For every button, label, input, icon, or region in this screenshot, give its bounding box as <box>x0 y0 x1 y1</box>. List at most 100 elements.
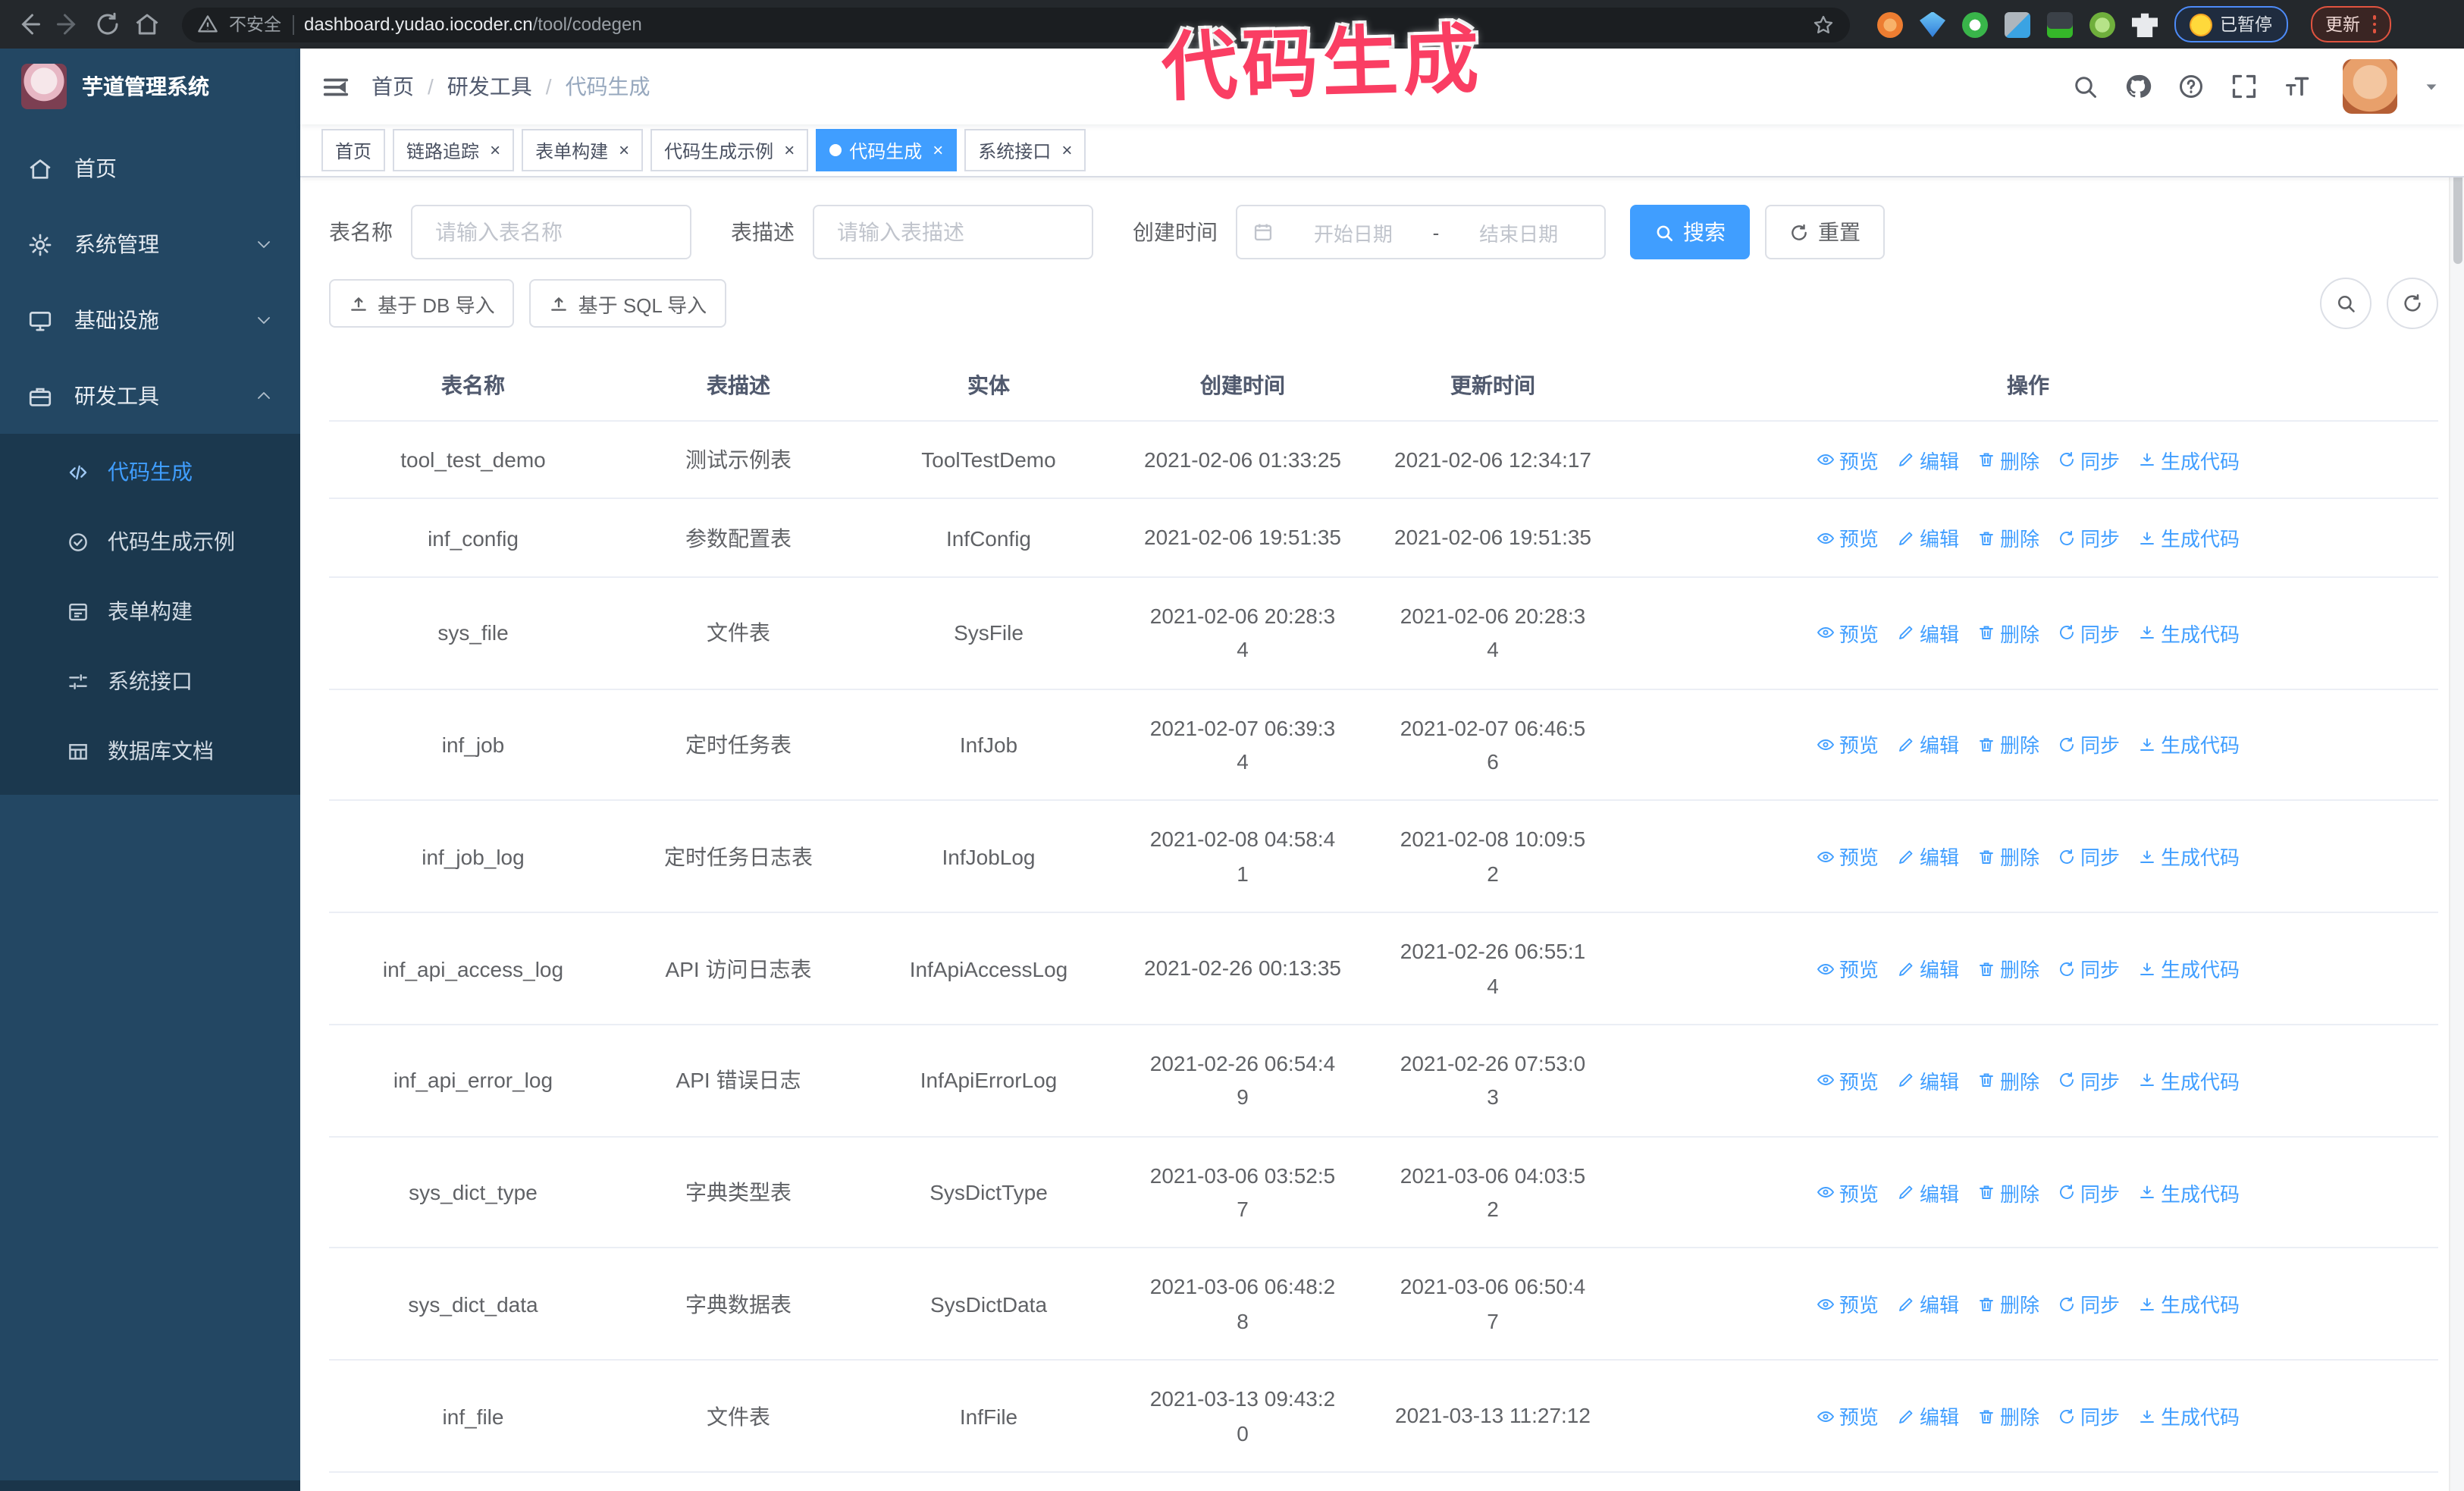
tab-系统接口[interactable]: 系统接口 × <box>964 129 1086 171</box>
browser-reload-icon[interactable] <box>94 11 121 38</box>
close-tab-icon[interactable]: × <box>490 141 500 159</box>
action-预览[interactable]: 预览 <box>1817 1290 1879 1319</box>
action-预览[interactable]: 预览 <box>1817 1402 1879 1430</box>
create-time-range-picker[interactable]: 开始日期 - 结束日期 <box>1236 205 1606 259</box>
sidebar-subitem-系统接口[interactable]: 系统接口 <box>0 646 300 716</box>
action-预览[interactable]: 预览 <box>1817 954 1879 983</box>
tab-代码生成示例[interactable]: 代码生成示例 × <box>650 129 809 171</box>
sidebar-subitem-代码生成[interactable]: 代码生成 <box>0 437 300 507</box>
sidebar-item-system[interactable]: 系统管理 <box>0 206 300 282</box>
action-生成代码[interactable]: 生成代码 <box>2138 954 2240 983</box>
action-同步[interactable]: 同步 <box>2058 842 2120 871</box>
extension-icon-1[interactable] <box>1877 11 1903 37</box>
action-生成代码[interactable]: 生成代码 <box>2138 842 2240 871</box>
action-预览[interactable]: 预览 <box>1817 842 1879 871</box>
extensions-puzzle-icon[interactable] <box>2132 13 2158 37</box>
fullscreen-icon[interactable] <box>2230 73 2258 100</box>
action-生成代码[interactable]: 生成代码 <box>2138 1402 2240 1430</box>
action-生成代码[interactable]: 生成代码 <box>2138 730 2240 759</box>
action-预览[interactable]: 预览 <box>1817 1066 1879 1095</box>
action-删除[interactable]: 删除 <box>1977 445 2039 474</box>
action-生成代码[interactable]: 生成代码 <box>2138 1290 2240 1319</box>
action-同步[interactable]: 同步 <box>2058 1290 2120 1319</box>
action-删除[interactable]: 删除 <box>1977 730 2039 759</box>
sidebar-item-home[interactable]: 首页 <box>0 130 300 206</box>
page-url[interactable]: dashboard.yudao.iocoder.cn/tool/codegen <box>304 14 642 35</box>
action-删除[interactable]: 删除 <box>1977 1290 2039 1319</box>
user-avatar[interactable] <box>2343 59 2397 114</box>
browser-back-icon[interactable] <box>15 11 42 38</box>
action-同步[interactable]: 同步 <box>2058 1178 2120 1207</box>
tab-链路追踪[interactable]: 链路追踪 × <box>393 129 515 171</box>
browser-forward-icon[interactable] <box>55 11 82 38</box>
import-sql-button[interactable]: 基于 SQL 导入 <box>529 279 727 328</box>
action-同步[interactable]: 同步 <box>2058 1402 2120 1430</box>
close-tab-icon[interactable]: × <box>619 141 629 159</box>
action-编辑[interactable]: 编辑 <box>1897 730 1959 759</box>
action-编辑[interactable]: 编辑 <box>1897 1066 1959 1095</box>
table-desc-input[interactable] <box>813 205 1093 259</box>
action-编辑[interactable]: 编辑 <box>1897 445 1959 474</box>
action-预览[interactable]: 预览 <box>1817 730 1879 759</box>
sidebar-subitem-数据库文档[interactable]: 数据库文档 <box>0 716 300 786</box>
search-icon[interactable] <box>2071 73 2099 100</box>
action-同步[interactable]: 同步 <box>2058 445 2120 474</box>
action-编辑[interactable]: 编辑 <box>1897 618 1959 647</box>
hamburger-icon[interactable] <box>321 72 350 101</box>
sidebar-item-devtools[interactable]: 研发工具 <box>0 358 300 434</box>
action-预览[interactable]: 预览 <box>1817 445 1879 474</box>
extension-icon-2[interactable] <box>1920 11 1945 37</box>
action-删除[interactable]: 删除 <box>1977 523 2039 552</box>
tab-首页[interactable]: 首页 <box>321 129 386 171</box>
action-同步[interactable]: 同步 <box>2058 1066 2120 1095</box>
action-同步[interactable]: 同步 <box>2058 618 2120 647</box>
extension-icon-5[interactable] <box>2047 11 2073 37</box>
extension-icon-3[interactable] <box>1962 11 1988 37</box>
table-name-input[interactable] <box>411 205 691 259</box>
extension-icon-4[interactable] <box>2005 11 2030 37</box>
action-删除[interactable]: 删除 <box>1977 842 2039 871</box>
chrome-menu-icon[interactable] <box>2372 15 2376 33</box>
extension-icon-6[interactable] <box>2089 11 2115 37</box>
user-menu-caret-icon[interactable] <box>2423 78 2440 95</box>
action-编辑[interactable]: 编辑 <box>1897 954 1959 983</box>
action-删除[interactable]: 删除 <box>1977 618 2039 647</box>
action-删除[interactable]: 删除 <box>1977 1178 2039 1207</box>
search-button[interactable]: 搜索 <box>1630 205 1750 259</box>
sidebar-subitem-表单构建[interactable]: 表单构建 <box>0 576 300 646</box>
bookmark-star-icon[interactable] <box>1812 13 1835 36</box>
page-scrollbar[interactable] <box>2449 49 2464 1491</box>
tab-表单构建[interactable]: 表单构建 × <box>522 129 644 171</box>
refresh-table-button[interactable] <box>2387 278 2438 329</box>
chrome-update-button[interactable]: 更新 <box>2310 6 2391 42</box>
breadcrumb-devtools[interactable]: 研发工具 <box>447 71 532 102</box>
action-编辑[interactable]: 编辑 <box>1897 523 1959 552</box>
address-bar[interactable]: 不安全 dashboard.yudao.iocoder.cn/tool/code… <box>182 7 1850 42</box>
font-size-icon[interactable] <box>2284 73 2311 100</box>
reset-button[interactable]: 重置 <box>1765 205 1885 259</box>
close-tab-icon[interactable]: × <box>933 141 943 159</box>
action-同步[interactable]: 同步 <box>2058 730 2120 759</box>
action-编辑[interactable]: 编辑 <box>1897 1290 1959 1319</box>
help-icon[interactable] <box>2177 73 2205 100</box>
action-生成代码[interactable]: 生成代码 <box>2138 1178 2240 1207</box>
toggle-search-button[interactable] <box>2320 278 2372 329</box>
action-预览[interactable]: 预览 <box>1817 523 1879 552</box>
action-同步[interactable]: 同步 <box>2058 523 2120 552</box>
action-删除[interactable]: 删除 <box>1977 1402 2039 1430</box>
sidebar-item-infra[interactable]: 基础设施 <box>0 282 300 358</box>
action-预览[interactable]: 预览 <box>1817 618 1879 647</box>
action-编辑[interactable]: 编辑 <box>1897 1178 1959 1207</box>
close-tab-icon[interactable]: × <box>784 141 795 159</box>
app-logo-row[interactable]: 芋道管理系统 <box>0 49 300 124</box>
breadcrumb-home[interactable]: 首页 <box>371 71 414 102</box>
action-编辑[interactable]: 编辑 <box>1897 842 1959 871</box>
action-生成代码[interactable]: 生成代码 <box>2138 1066 2240 1095</box>
action-编辑[interactable]: 编辑 <box>1897 1402 1959 1430</box>
browser-home-icon[interactable] <box>133 11 161 38</box>
close-tab-icon[interactable]: × <box>1061 141 1072 159</box>
github-icon[interactable] <box>2124 73 2152 100</box>
profile-paused-badge[interactable]: 已暂停 <box>2174 6 2287 42</box>
action-预览[interactable]: 预览 <box>1817 1178 1879 1207</box>
sidebar-subitem-代码生成示例[interactable]: 代码生成示例 <box>0 507 300 576</box>
